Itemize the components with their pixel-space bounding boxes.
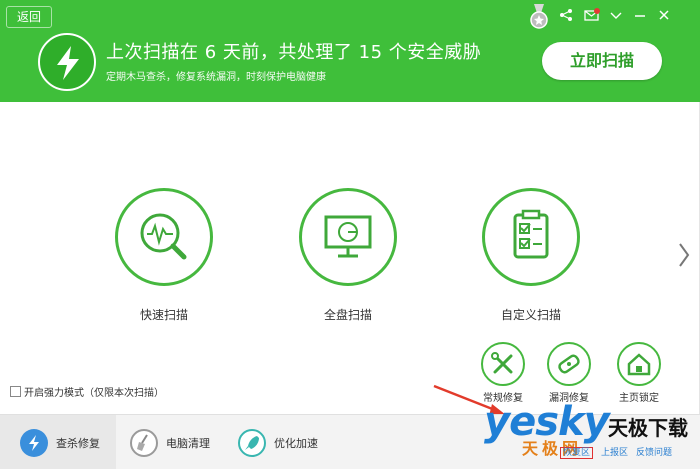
chevron-right-icon[interactable] <box>678 242 690 274</box>
tab-scan-repair[interactable]: 查杀修复 <box>0 415 116 469</box>
pulse-magnifier-icon <box>115 188 213 286</box>
scan-now-button[interactable]: 立即扫描 <box>542 42 662 80</box>
bandage-shield-icon <box>547 342 591 386</box>
vulnerability-repair-tool[interactable]: 漏洞修复 <box>539 342 599 404</box>
recovery-area-link[interactable]: 恢复区 <box>560 447 594 459</box>
homepage-lock-tool[interactable]: 主页锁定 <box>609 342 669 404</box>
main-content: 快速扫描 全盘扫描 自定义扫描 常规修复 漏洞修复 主页锁定 开启强力模式（仅限… <box>0 102 700 416</box>
custom-scan-label: 自定义扫描 <box>500 308 561 322</box>
minimize-icon[interactable] <box>632 8 648 24</box>
wrench-screwdriver-icon <box>481 342 525 386</box>
mail-icon[interactable] <box>584 8 600 24</box>
share-icon[interactable] <box>558 8 574 24</box>
menu-icon[interactable] <box>608 8 624 24</box>
quick-scan-label: 快速扫描 <box>139 308 188 322</box>
broom-icon <box>130 428 158 457</box>
tab-optimize[interactable]: 优化加速 <box>232 415 344 469</box>
tab-pc-cleanup-label: 电脑清理 <box>166 436 210 450</box>
force-mode-option[interactable]: 开启强力模式（仅限本次扫描） <box>10 384 164 399</box>
tab-pc-cleanup[interactable]: 电脑清理 <box>122 415 234 469</box>
footer-links: 恢复区 上报区 反馈问题 <box>560 445 680 459</box>
security-app-window: 返回 上次扫描在 6 天前，共处理了 15 个安全威胁 定期木马查杀，修复系统漏… <box>0 0 700 469</box>
feedback-link[interactable]: 反馈问题 <box>636 448 672 458</box>
back-button[interactable]: 返回 <box>6 6 52 28</box>
force-mode-checkbox[interactable] <box>10 386 21 397</box>
homepage-lock-label: 主页锁定 <box>619 393 659 404</box>
report-area-link[interactable]: 上报区 <box>601 448 628 458</box>
header-banner: 返回 上次扫描在 6 天前，共处理了 15 个安全威胁 定期木马查杀，修复系统漏… <box>0 0 700 102</box>
tab-optimize-label: 优化加速 <box>274 436 318 450</box>
scan-summary-subline: 定期木马查杀，修复系统漏洞，时刻保护电脑健康 <box>106 72 326 83</box>
custom-scan-option[interactable]: 自定义扫描 <box>461 188 601 323</box>
watermark-brand: 天极下载 <box>608 416 688 440</box>
bolt-icon <box>38 33 96 91</box>
medal-icon[interactable] <box>528 4 550 30</box>
quick-scan-option[interactable]: 快速扫描 <box>94 188 234 323</box>
full-scan-label: 全盘扫描 <box>323 308 372 322</box>
full-scan-option[interactable]: 全盘扫描 <box>278 188 418 323</box>
bolt-icon <box>20 428 48 457</box>
monitor-icon <box>299 188 397 286</box>
clipboard-check-icon <box>482 188 580 286</box>
home-lock-icon <box>617 342 661 386</box>
rocket-icon <box>238 428 266 457</box>
close-icon[interactable] <box>656 8 672 24</box>
force-mode-label: 开启强力模式（仅限本次扫描） <box>24 388 164 399</box>
tab-scan-repair-label: 查杀修复 <box>56 436 100 450</box>
scan-summary-headline: 上次扫描在 6 天前，共处理了 15 个安全威胁 <box>106 42 482 63</box>
